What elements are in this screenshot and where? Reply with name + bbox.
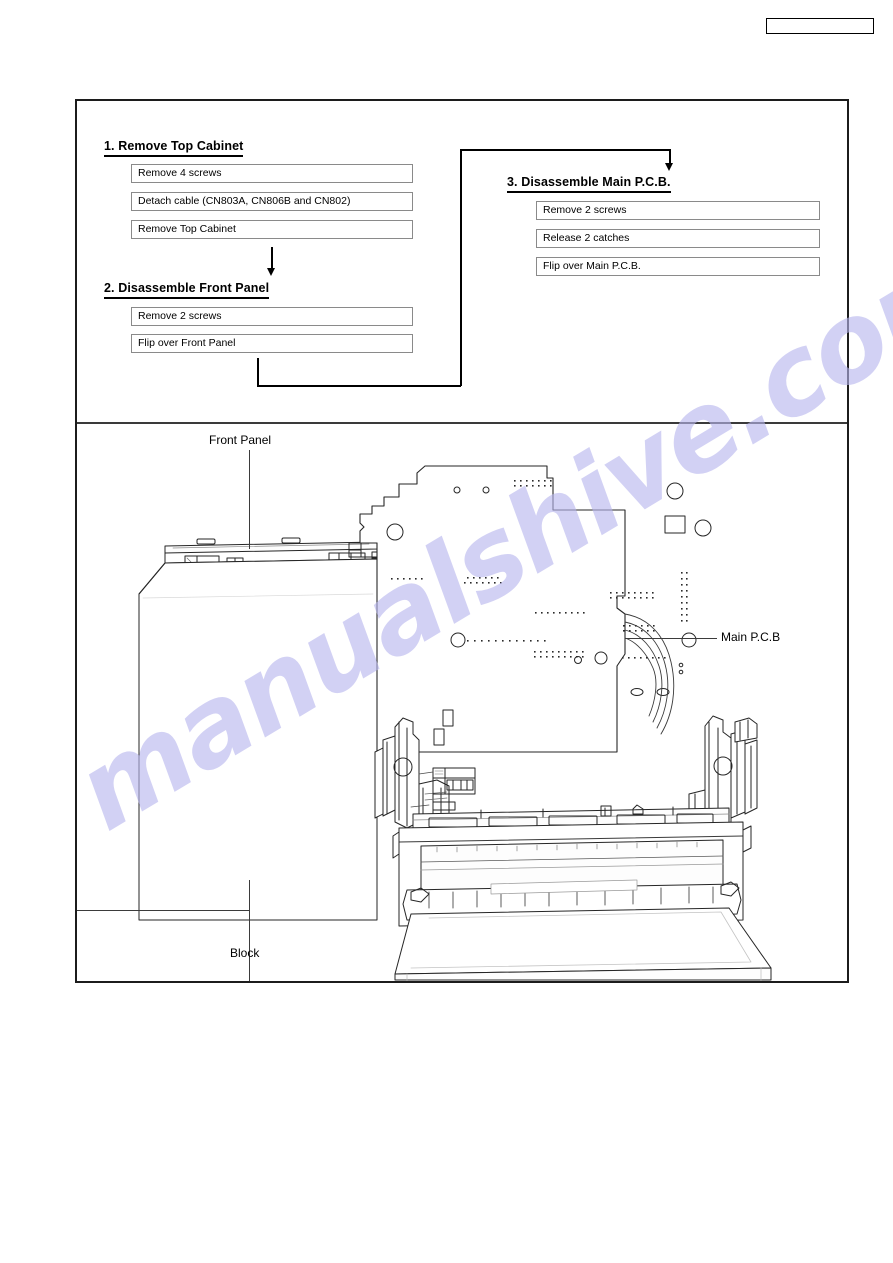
callout-front-panel: Front Panel bbox=[209, 433, 272, 447]
step-2-item-1: Remove 2 screws bbox=[131, 307, 413, 326]
leader-main-pcb bbox=[625, 638, 717, 640]
leader-front-panel bbox=[249, 450, 251, 549]
connector-step2-down bbox=[257, 358, 259, 386]
step-1-item-1: Remove 4 screws bbox=[131, 164, 413, 183]
callout-block-label: Block bbox=[230, 946, 260, 960]
connector-step2-up bbox=[460, 149, 462, 386]
main-pcb-graphic bbox=[348, 465, 712, 753]
leader-block-horizontal bbox=[77, 910, 250, 912]
step-1-item-3: Remove Top Cabinet bbox=[131, 220, 413, 239]
step-2-item-2: Flip over Front Panel bbox=[131, 334, 413, 353]
pin-array-lower-right bbox=[622, 657, 666, 659]
connector-step2-right bbox=[257, 385, 461, 387]
step-1-item-2: Detach cable (CN803A, CN806B and CN802) bbox=[131, 192, 413, 211]
step-1-heading: 1. Remove Top Cabinet bbox=[104, 139, 244, 157]
arrowhead-step2-step3 bbox=[665, 163, 673, 171]
arrowhead-step1-step2 bbox=[267, 268, 275, 276]
step-3-heading: 3. Disassemble Main P.C.B. bbox=[507, 175, 671, 193]
base-stand-graphic bbox=[394, 907, 772, 981]
page-header-box bbox=[766, 18, 874, 34]
exploded-assembly-drawing: Front Panel Main P.C.B bbox=[77, 422, 847, 981]
content-frame: 1. Remove Top Cabinet Remove 4 screws De… bbox=[75, 99, 849, 983]
leader-block bbox=[249, 880, 251, 981]
step-2-heading: 2. Disassemble Front Panel bbox=[104, 281, 270, 299]
pin-array-vertical bbox=[681, 572, 688, 622]
step-3-item-1: Remove 2 screws bbox=[536, 201, 820, 220]
assembly-linework bbox=[138, 465, 772, 981]
callout-main-pcb: Main P.C.B bbox=[721, 630, 781, 644]
front-panel-graphic bbox=[138, 537, 385, 921]
pin-array-centre bbox=[535, 612, 585, 614]
disassembly-flowchart: 1. Remove Top Cabinet Remove 4 screws De… bbox=[77, 101, 847, 422]
step-3-item-2: Release 2 catches bbox=[536, 229, 820, 248]
step-3-item-3: Flip over Main P.C.B. bbox=[536, 257, 820, 276]
connector-step3-top bbox=[460, 149, 671, 151]
